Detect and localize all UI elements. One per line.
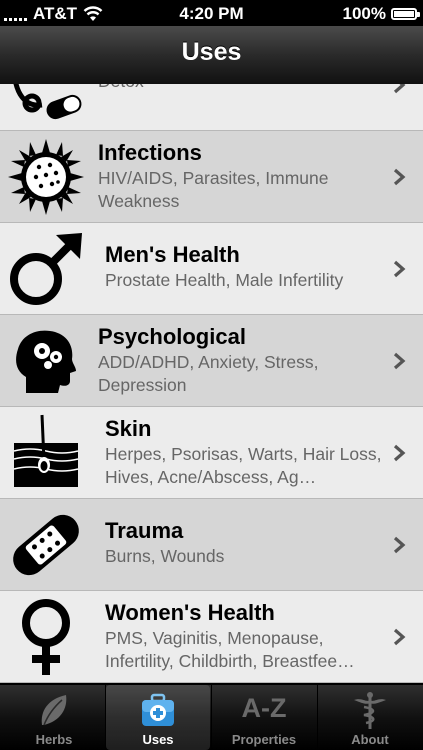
page-title: Uses bbox=[181, 38, 242, 66]
chevron-right-icon bbox=[393, 536, 406, 554]
tab-herbs[interactable]: Herbs bbox=[2, 685, 106, 750]
caduceus-icon bbox=[354, 692, 386, 729]
leaf-icon bbox=[41, 695, 67, 726]
list-item-detox[interactable]: Alcohol Detox, Drug Detox, Tobacco Detox bbox=[0, 84, 423, 131]
skin-layer-icon bbox=[13, 414, 79, 487]
tab-label: About bbox=[351, 732, 389, 747]
tab-bar: Herbs Uses A-Z Properties About bbox=[0, 685, 423, 750]
status-right: 100% bbox=[342, 4, 420, 24]
list-item-infections[interactable]: Infections HIV/AIDS, Parasites, Immune W… bbox=[0, 131, 423, 223]
item-description: Burns, Wounds bbox=[105, 546, 225, 566]
tab-properties[interactable]: A-Z Properties bbox=[212, 685, 316, 750]
item-description: PMS, Vaginitis, Menopause, Infertility, … bbox=[105, 628, 355, 671]
virus-icon bbox=[8, 139, 84, 215]
item-title: Skin bbox=[105, 416, 152, 441]
item-description: Prostate Health, Male Infertility bbox=[105, 270, 344, 290]
item-title: Trauma bbox=[105, 518, 184, 543]
item-title: Women's Health bbox=[105, 600, 275, 625]
head-gears-icon bbox=[16, 330, 76, 393]
status-bar: AT&T 4:20 PM 100% bbox=[0, 0, 423, 26]
list-item-skin[interactable]: Skin Herpes, Psorisas, Warts, Hair Loss,… bbox=[0, 407, 423, 499]
tab-uses[interactable]: Uses bbox=[106, 685, 210, 750]
male-symbol-icon bbox=[10, 233, 82, 305]
chevron-right-icon bbox=[393, 628, 406, 646]
chevron-right-icon bbox=[393, 444, 406, 462]
detox-pills-icon bbox=[13, 84, 82, 120]
bandage-icon bbox=[13, 514, 79, 576]
item-description: Alcohol Detox, Drug Detox, Tobacco Detox bbox=[98, 84, 383, 93]
chevron-right-icon bbox=[393, 352, 406, 370]
item-title: Infections bbox=[98, 140, 202, 165]
list-item-psychological[interactable]: Psychological ADD/ADHD, Anxiety, Stress,… bbox=[0, 315, 423, 407]
navigation-bar: Uses bbox=[0, 26, 423, 85]
first-aid-kit-icon bbox=[142, 693, 174, 726]
chevron-right-icon bbox=[393, 168, 406, 186]
a-z-icon: A-Z bbox=[241, 693, 287, 723]
list-item-trauma[interactable]: Trauma Burns, Wounds bbox=[0, 499, 423, 591]
tab-about[interactable]: About bbox=[318, 685, 422, 750]
item-title: Men's Health bbox=[105, 242, 240, 267]
female-symbol-icon bbox=[22, 599, 70, 675]
battery-percent: 100% bbox=[342, 4, 386, 23]
item-description: HIV/AIDS, Parasites, Immune Weakness bbox=[98, 168, 329, 211]
tab-label: Uses bbox=[142, 732, 174, 747]
item-description: Herpes, Psorisas, Warts, Hair Loss, Hive… bbox=[105, 444, 382, 487]
battery-icon bbox=[391, 8, 420, 20]
item-title: Psychological bbox=[98, 324, 246, 349]
list-item-womens-health[interactable]: Women's Health PMS, Vaginitis, Menopause… bbox=[0, 591, 423, 683]
item-description: ADD/ADHD, Anxiety, Stress, Depression bbox=[98, 352, 319, 395]
chevron-right-icon bbox=[393, 260, 406, 278]
tab-label: Properties bbox=[231, 732, 297, 747]
list-item-mens-health[interactable]: Men's Health Prostate Health, Male Infer… bbox=[0, 223, 423, 315]
chevron-right-icon bbox=[393, 84, 406, 94]
uses-list[interactable]: Alcohol Detox, Drug Detox, Tobacco Detox… bbox=[0, 84, 423, 685]
tab-label: Herbs bbox=[35, 732, 73, 747]
